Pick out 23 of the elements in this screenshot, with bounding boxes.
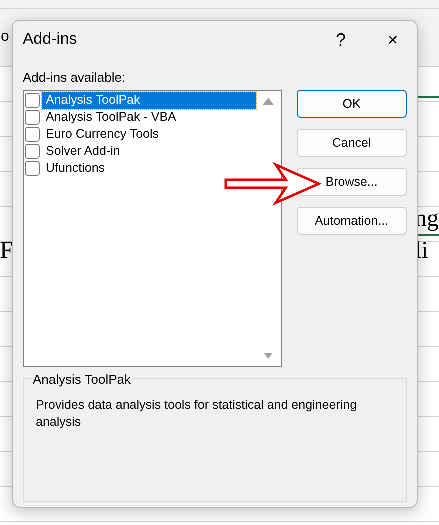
cell-text: F	[0, 239, 14, 263]
scroll-down-icon[interactable]	[264, 353, 274, 360]
dialog-button[interactable]: Cancel	[296, 129, 407, 158]
close-button[interactable]: ×	[379, 30, 407, 50]
list-item[interactable]: Euro Currency Tools	[42, 126, 256, 144]
cell-text: o	[1, 27, 10, 48]
list-item[interactable]: Analysis ToolPak - VBA	[42, 109, 256, 126]
checkbox[interactable]	[25, 93, 40, 108]
help-button[interactable]: ?	[327, 30, 355, 50]
checkbox[interactable]	[25, 127, 40, 142]
list-item[interactable]: Solver Add-in	[42, 143, 256, 160]
scroll-up-icon[interactable]	[263, 98, 274, 106]
dialog-button[interactable]: Browse...	[296, 168, 407, 196]
dialog-button[interactable]: OK	[296, 90, 407, 118]
checkbox[interactable]	[25, 161, 40, 176]
list-label: Add-ins available:	[23, 68, 127, 87]
description-text: Provides data analysis tools for statistical and engineering analysis	[36, 397, 358, 432]
checkbox[interactable]	[25, 144, 40, 160]
dialog-button[interactable]: Automation...	[296, 207, 407, 236]
checkbox[interactable]	[25, 110, 40, 126]
window-title: Add-ins	[23, 30, 78, 50]
list-item[interactable]: Analysis ToolPak	[42, 92, 256, 110]
list-item[interactable]: Ufunctions	[42, 160, 256, 178]
